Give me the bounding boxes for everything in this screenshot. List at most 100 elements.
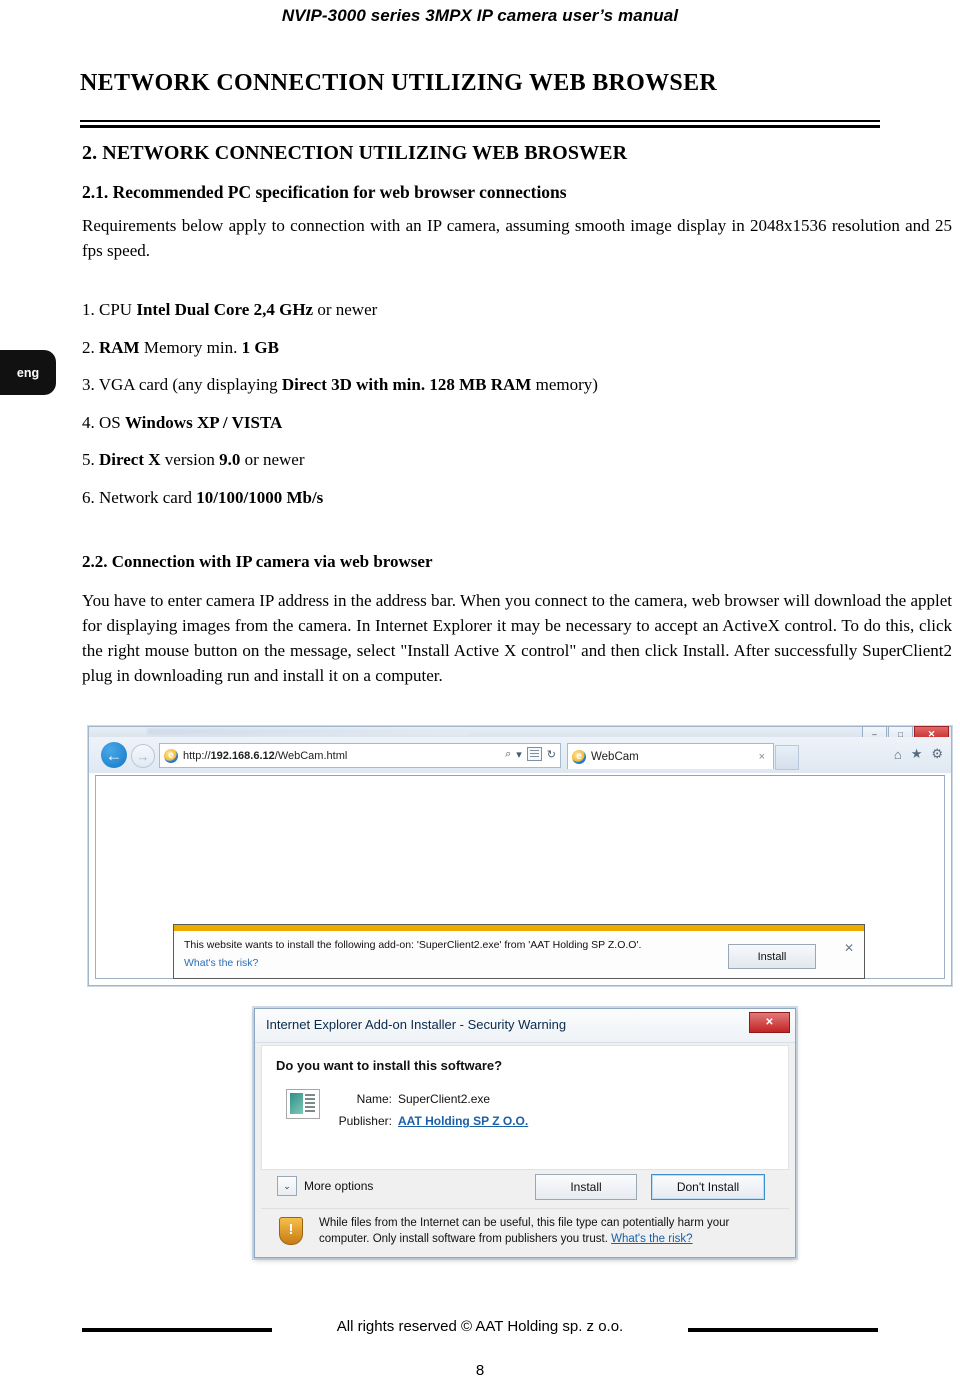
list-item: 3. VGA card (any displaying Direct 3D wi… <box>82 375 782 394</box>
chevron-down-icon[interactable]: ⌄ <box>277 1176 297 1196</box>
titlebar-ghost-text <box>147 728 467 735</box>
list-item-bold-2: 9.0 <box>219 450 241 469</box>
dialog-name-row: Name: SuperClient2.exe <box>332 1092 490 1106</box>
dont-install-button[interactable]: Don't Install <box>651 1174 765 1200</box>
dialog-publisher-key: Publisher: <box>338 1114 392 1128</box>
divider-line-thick <box>80 124 880 128</box>
dialog-main-panel: Do you want to install this software? Na… <box>261 1045 789 1170</box>
warning-risk-link[interactable]: What's the risk? <box>611 1233 692 1245</box>
list-item-bold: RAM <box>99 337 140 357</box>
chevron-down-icon[interactable]: ▾ <box>516 748 522 761</box>
dialog-publisher-link[interactable]: AAT Holding SP Z O.O. <box>398 1114 528 1128</box>
notification-close-icon[interactable]: ✕ <box>844 941 854 955</box>
security-warning-dialog: Internet Explorer Add-on Installer - Sec… <box>254 1008 796 1258</box>
forward-button[interactable]: → <box>131 744 155 768</box>
list-item-post: Memory min. <box>139 337 242 357</box>
dialog-question: Do you want to install this software? <box>276 1058 503 1073</box>
addon-notification-bar: This website wants to install the follow… <box>173 924 865 979</box>
dialog-action-row: ⌄ More options Install Don't Install <box>261 1169 789 1207</box>
dialog-titlebar: Internet Explorer Add-on Installer - Sec… <box>255 1009 795 1043</box>
executable-file-icon <box>286 1089 320 1119</box>
list-item-number: 2. <box>82 337 95 357</box>
language-tab-label: eng <box>16 365 40 380</box>
list-item: 6. Network card 10/100/1000 Mb/s <box>82 488 782 507</box>
list-item-bold: 10/100/1000 Mb/s <box>196 487 324 507</box>
url-prefix: http:// <box>183 749 211 762</box>
notification-install-button[interactable]: Install <box>728 944 816 969</box>
running-header: NVIP-3000 series 3MPX IP camera user’s m… <box>281 6 679 25</box>
section-heading-2: 2. NETWORK CONNECTION UTILIZING WEB BROS… <box>82 142 628 164</box>
refresh-icon[interactable]: ↻ <box>547 748 556 761</box>
heading-divider <box>80 120 880 128</box>
list-item-pre: OS <box>99 412 125 432</box>
dialog-name-value: SuperClient2.exe <box>398 1092 491 1106</box>
home-icon[interactable]: ⌂ <box>894 747 902 762</box>
search-icon[interactable]: ⌕ <box>505 748 511 761</box>
more-options-control[interactable]: ⌄ More options <box>277 1176 373 1196</box>
list-item-bold-2: 1 GB <box>241 337 279 357</box>
dialog-warning-footer: While files from the Internet can be use… <box>261 1208 789 1252</box>
list-item: 5. Direct X version 9.0 or newer <box>82 450 782 469</box>
list-item-bold: Intel Dual Core 2,4 GHz <box>136 300 314 319</box>
browser-toolbar: ← → http://192.168.6.12/WebCam.html ⌕ ▾ … <box>89 737 951 773</box>
list-item: 4. OS Windows XP / VISTA <box>82 413 782 432</box>
browser-screenshot-figure: – □ ✕ ← → http://192.168.6.12/WebCam.htm… <box>88 726 953 991</box>
url-path: /WebCam.html <box>274 749 348 762</box>
address-bar[interactable]: http://192.168.6.12/WebCam.html ⌕ ▾ ↻ <box>159 743 561 768</box>
list-item-number: 3. <box>82 375 95 394</box>
list-item-post: or newer <box>313 300 378 319</box>
section-heading-2-2: 2.2. Connection with IP camera via web b… <box>82 552 433 571</box>
dialog-publisher-row: Publisher: AAT Holding SP Z O.O. <box>332 1114 529 1128</box>
list-item-number: 5. <box>82 450 95 469</box>
dialog-name-key: Name: <box>356 1092 392 1106</box>
notification-risk-link[interactable]: What's the risk? <box>184 957 258 969</box>
browser-tab[interactable]: WebCam × <box>567 743 774 769</box>
list-item-post: memory) <box>531 375 598 394</box>
command-bar-icons: ⌂ ★ ⚙ <box>894 746 943 762</box>
list-item-number: 6. <box>82 487 95 507</box>
list-item: 2. RAM Memory min. 1 GB <box>82 338 782 357</box>
list-item-pre: CPU <box>99 300 137 319</box>
back-button[interactable]: ← <box>101 742 127 768</box>
document-page: NVIP-3000 series 3MPX IP camera user’s m… <box>0 0 960 1389</box>
tab-close-icon[interactable]: × <box>759 751 773 763</box>
favorites-star-icon[interactable]: ★ <box>911 746 923 762</box>
page-footer: All rights reserved © AAT Holding sp. z … <box>0 1318 960 1342</box>
install-button[interactable]: Install <box>535 1174 637 1200</box>
notification-body: This website wants to install the follow… <box>174 931 864 978</box>
address-bar-tools: ⌕ ▾ ↻ <box>505 747 556 761</box>
section-2-2-paragraph: You have to enter camera IP address in t… <box>82 591 952 685</box>
warning-shield-icon <box>279 1217 303 1245</box>
list-item-post: version <box>160 450 220 469</box>
dialog-warning-text: While files from the Internet can be use… <box>319 1215 777 1247</box>
list-item-post-2: or newer <box>240 450 305 469</box>
dialog-close-button[interactable]: ✕ <box>749 1012 790 1033</box>
list-item-pre: VGA card (any displaying <box>98 375 282 394</box>
tools-gear-icon[interactable]: ⚙ <box>931 746 943 762</box>
tab-favicon-icon <box>572 749 586 764</box>
language-tab-eng: eng <box>0 350 56 395</box>
new-tab-button[interactable] <box>775 745 799 770</box>
page-number: 8 <box>475 1362 485 1379</box>
tab-title: WebCam <box>591 750 639 763</box>
notification-message: This website wants to install the follow… <box>184 939 642 951</box>
more-options-label: More options <box>304 1179 374 1193</box>
intro-paragraph: Requirements below apply to connection w… <box>82 216 952 260</box>
chapter-title: NETWORK CONNECTION UTILIZING WEB BROWSER <box>80 70 718 96</box>
list-item: 1. CPU Intel Dual Core 2,4 GHz or newer <box>82 300 782 319</box>
section-heading-2-1: 2.1. Recommended PC specification for we… <box>82 182 567 202</box>
list-item-number: 4. <box>82 412 95 432</box>
list-item-pre: Network card <box>99 487 197 507</box>
list-item-bold: Windows XP / VISTA <box>124 412 283 432</box>
compatibility-view-icon[interactable] <box>526 747 542 761</box>
ie-logo-icon <box>164 748 178 763</box>
internet-explorer-window: – □ ✕ ← → http://192.168.6.12/WebCam.htm… <box>88 726 952 986</box>
spec-list: 1. CPU Intel Dual Core 2,4 GHz or newer … <box>82 300 782 525</box>
address-bar-url: http://192.168.6.12/WebCam.html <box>183 750 347 762</box>
dialog-title: Internet Explorer Add-on Installer - Sec… <box>266 1017 567 1032</box>
list-item-bold: Direct X <box>99 450 161 469</box>
url-host: 192.168.6.12 <box>210 749 275 762</box>
list-item-bold: Direct 3D with min. 128 MB RAM <box>281 375 532 394</box>
footer-copyright: All rights reserved © AAT Holding sp. z … <box>336 1318 624 1335</box>
list-item-number: 1. <box>82 300 95 319</box>
